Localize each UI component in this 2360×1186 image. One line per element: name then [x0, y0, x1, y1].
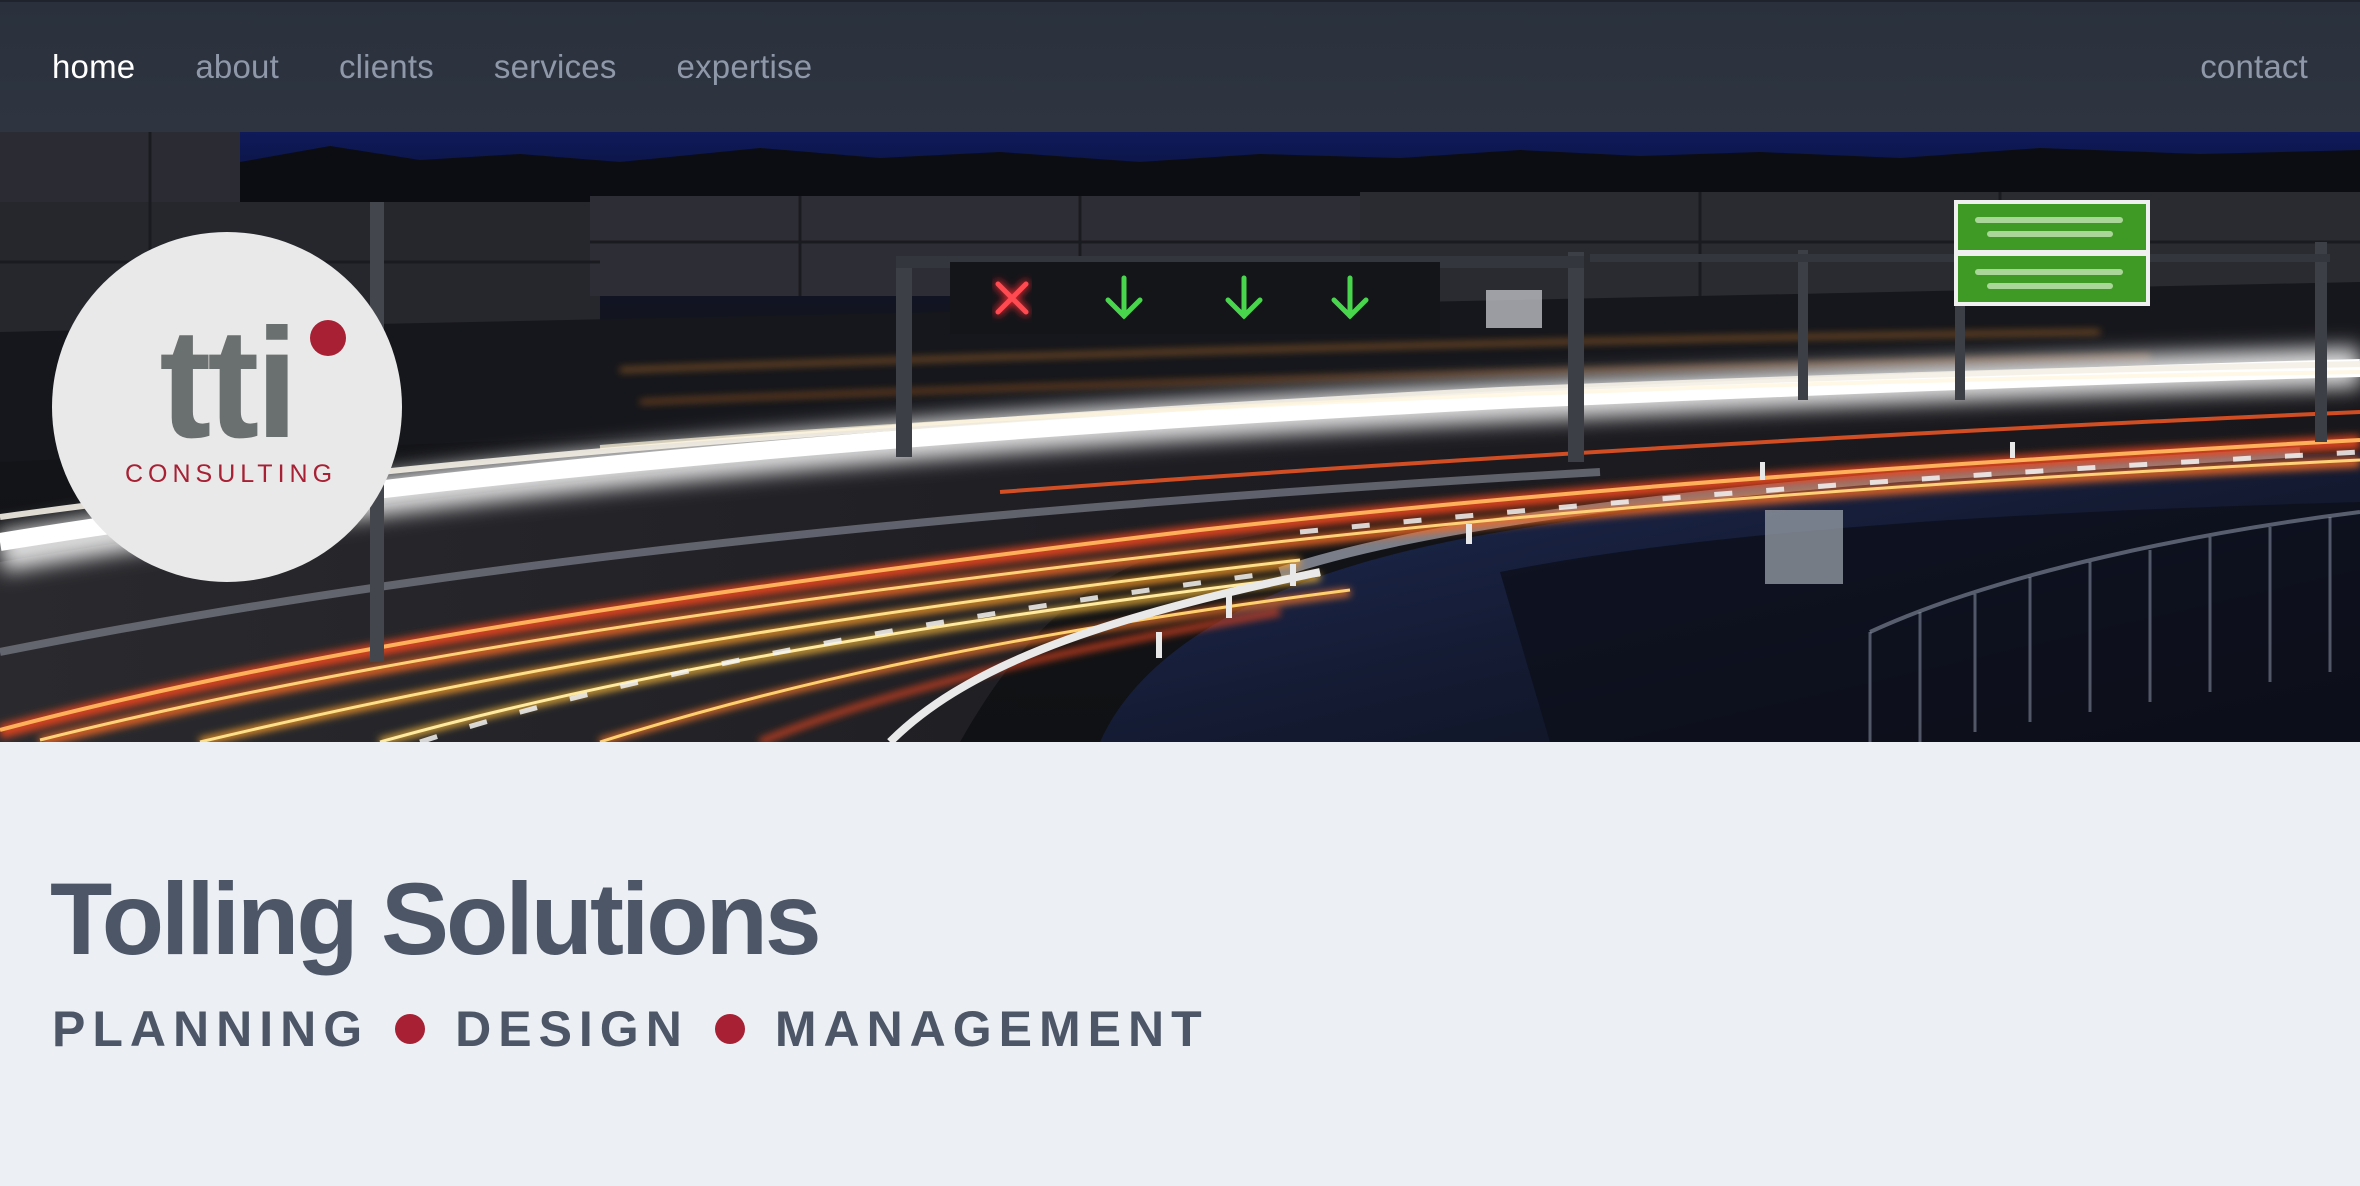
logo-mark: tti	[159, 297, 298, 471]
logo-dot	[310, 320, 346, 356]
tagline-planning: PLANNING	[52, 1001, 370, 1057]
tagline-design: DESIGN	[455, 1001, 689, 1057]
tagline: PLANNING DESIGN MANAGEMENT	[52, 1000, 1209, 1058]
arrow-down-icon	[1225, 275, 1263, 320]
page-title: Tolling Solutions	[50, 862, 822, 976]
nav-home[interactable]: home	[52, 48, 135, 86]
logo-subtitle: CONSULTING	[124, 460, 338, 488]
nav-clients[interactable]: clients	[339, 48, 434, 86]
arrow-down-icon	[1331, 275, 1369, 320]
tti-logo[interactable]: tti CONSULTING	[52, 232, 402, 582]
top-navigation: home about clients services expertise co…	[0, 0, 2360, 132]
bullet-dot	[395, 1014, 426, 1044]
nav-expertise[interactable]: expertise	[677, 48, 813, 86]
nav-about[interactable]: about	[195, 48, 279, 86]
arrow-down-icon	[1105, 275, 1143, 320]
x-icon	[994, 280, 1030, 316]
nav-right: contact	[2200, 48, 2308, 86]
nav-contact[interactable]: contact	[2200, 48, 2308, 85]
nav-links: home about clients services expertise	[52, 48, 812, 86]
nav-services[interactable]: services	[494, 48, 617, 86]
bullet-dot	[714, 1014, 745, 1044]
tagline-management: MANAGEMENT	[774, 1001, 1209, 1057]
